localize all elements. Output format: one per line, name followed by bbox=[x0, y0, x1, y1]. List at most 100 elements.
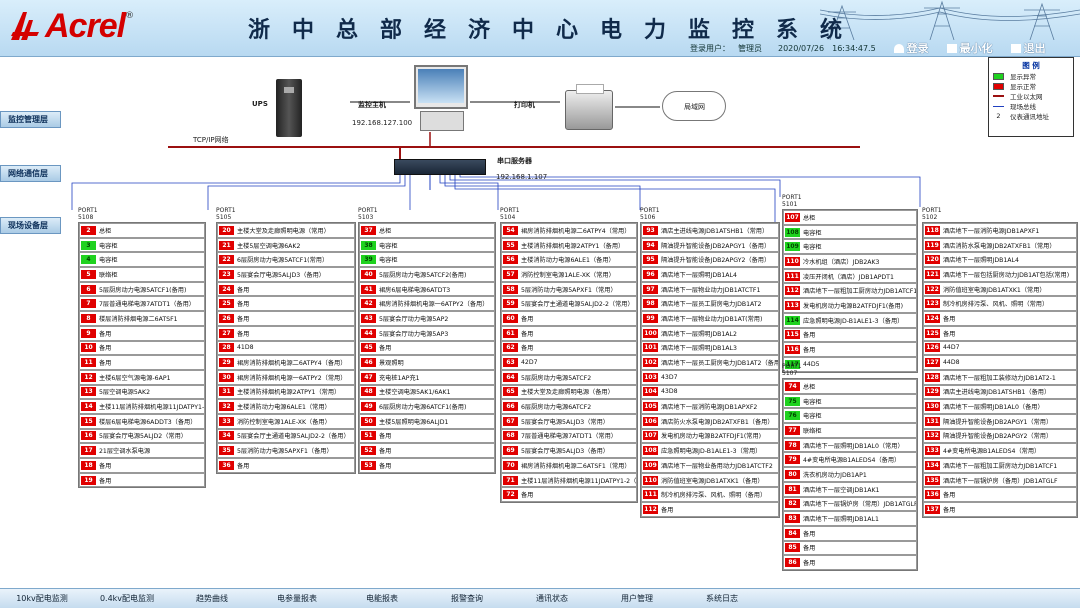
meter-row[interactable]: 69 5层宴会厅电源5ALJD3（备用） bbox=[501, 443, 637, 458]
meter-row[interactable]: 10 备用 bbox=[79, 340, 205, 356]
meter-row[interactable]: 64 5层厨房动力电源5ATCF2 bbox=[501, 369, 637, 385]
meter-row[interactable]: 26 备用 bbox=[217, 311, 355, 326]
meter-row[interactable]: 93 酒店主进线电源JDB1ATSHB1（常用） bbox=[641, 223, 779, 238]
meter-row[interactable]: 68 7层普通电梯电源7ATDT1（常用） bbox=[501, 428, 637, 444]
meter-row[interactable]: 9 备用 bbox=[79, 325, 205, 341]
meter-row[interactable]: 34 5层宴会厅主通道电源5ALJD2-2（备用） bbox=[217, 428, 355, 444]
nav-item-3[interactable]: 电参量报表 bbox=[255, 589, 340, 608]
meter-row[interactable]: 110 消防值班室电源JDB1ATXK1（备用） bbox=[641, 472, 779, 488]
meter-row[interactable]: 133 4#变电所电源B1ALEDS4（常用） bbox=[923, 443, 1077, 458]
meter-row[interactable]: 8 楼层消防排烟电源二6ATSF1 bbox=[79, 311, 205, 326]
meter-row[interactable]: 27 备用 bbox=[217, 325, 355, 341]
meter-row[interactable]: 30 裙房消防排烟机电源一6ATPY2（常用） bbox=[217, 369, 355, 385]
meter-row[interactable]: 61 备用 bbox=[501, 325, 637, 341]
monitor-host-device[interactable] bbox=[414, 65, 468, 109]
meter-row[interactable]: 54 裙房消防排烟机电源二6ATPY4（常用） bbox=[501, 223, 637, 238]
meter-row[interactable]: 56 主楼消防动力电源6ALE1（备用） bbox=[501, 252, 637, 268]
meter-row[interactable]: 123 制冷机房排污泵、风机、照明（常用） bbox=[923, 296, 1077, 312]
meter-row[interactable]: 104 43D8 bbox=[641, 384, 779, 400]
meter-row[interactable]: 13 5层空调电源5AK2 bbox=[79, 384, 205, 400]
meter-row[interactable]: 102 酒店地下一层员工厨房电力JDB1AT2（备用） bbox=[641, 355, 779, 370]
meter-row[interactable]: 45 备用 bbox=[359, 340, 495, 356]
nav-item-8[interactable]: 系统日志 bbox=[680, 589, 765, 608]
meter-row[interactable]: 99 酒店地下一层物业动力JDB1AT(常用) bbox=[641, 311, 779, 326]
meter-row[interactable]: 48 主楼空调电源5AK1/6AK1 bbox=[359, 384, 495, 400]
meter-row[interactable]: 81 酒店地下一层空调JDB1AK1 bbox=[783, 481, 917, 497]
meter-row[interactable]: 130 酒店地下一层照明JDB1AL0（备用） bbox=[923, 399, 1077, 414]
nav-item-7[interactable]: 用户管理 bbox=[595, 589, 680, 608]
meter-row[interactable]: 55 主楼消防排烟机电源2ATPY1（备用） bbox=[501, 237, 637, 253]
meter-row[interactable]: 85 备用 bbox=[783, 540, 917, 556]
meter-row[interactable]: 77 联络柜 bbox=[783, 423, 917, 438]
meter-row[interactable]: 39 电容柜 bbox=[359, 252, 495, 268]
meter-row[interactable]: 121 酒店地下一层包括厨房动力JDB1AT包括(常用) bbox=[923, 267, 1077, 282]
meter-row[interactable]: 71主楼11层消防排烟机电源11JDATPY1-2（常用） bbox=[501, 472, 637, 488]
meter-row[interactable]: 109 电容柜 bbox=[783, 239, 917, 255]
meter-row[interactable]: 32 主楼消防动力电源6ALE1（常用） bbox=[217, 399, 355, 414]
meter-row[interactable]: 84 备用 bbox=[783, 525, 917, 541]
meter-row[interactable]: 44 5层宴会厅动力电源5AP3 bbox=[359, 325, 495, 341]
meter-row[interactable]: 50 主楼5层照明电源6ALJD1 bbox=[359, 413, 495, 429]
meter-row[interactable]: 29 裙房消防排烟机电源二6ATPY4（备用） bbox=[217, 355, 355, 370]
meter-row[interactable]: 112 备用 bbox=[641, 502, 779, 517]
meter-row[interactable]: 16 5层宴会厅电源5ALJD2（常用） bbox=[79, 428, 205, 444]
meter-row[interactable]: 66 6层厨房动力电源6ATCF2 bbox=[501, 399, 637, 414]
meter-row[interactable]: 12 主楼6层空气源电源-6AP1 bbox=[79, 369, 205, 385]
meter-row[interactable]: 35 5层消防动力电源5APXF1（备用） bbox=[217, 443, 355, 458]
meter-row[interactable]: 94 隔油提升智能设备JDB2APGY1（备用） bbox=[641, 237, 779, 253]
meter-row[interactable]: 137 备用 bbox=[923, 502, 1077, 517]
meter-row[interactable]: 135 酒店地下一层锅炉房（备用）JDB1ATGLF bbox=[923, 472, 1077, 488]
exit-button[interactable]: 退出 bbox=[1010, 40, 1046, 56]
meter-row[interactable]: 79 4#变电所电源B1ALEDS4（备用） bbox=[783, 452, 917, 468]
meter-row[interactable]: 20 主楼大堂及走廊照明电源（常用） bbox=[217, 223, 355, 238]
serial-server-device[interactable] bbox=[394, 159, 486, 175]
meter-row[interactable]: 136 备用 bbox=[923, 487, 1077, 503]
meter-row[interactable]: 111 凌压开闭机（酒店）JDB1APDT1 bbox=[783, 268, 917, 284]
meter-row[interactable]: 97 酒店地下一层物业动力JDB1ATCTF1 bbox=[641, 281, 779, 297]
meter-row[interactable]: 72 备用 bbox=[501, 487, 637, 503]
meter-row[interactable]: 118 酒店地下一层消防电源JDB1APXF1 bbox=[923, 223, 1077, 238]
meter-row[interactable]: 108 应急照明电源JD-B1ALE1-3（常用） bbox=[641, 443, 779, 458]
meter-row[interactable]: 3 电容柜 bbox=[79, 237, 205, 253]
meter-row[interactable]: 120 酒店地下一层照明JDB1AL4 bbox=[923, 252, 1077, 268]
meter-row[interactable]: 53 备用 bbox=[359, 458, 495, 473]
meter-row[interactable]: 7 7层普通电梯电源7ATDT1（备用） bbox=[79, 296, 205, 312]
nav-item-6[interactable]: 通讯状态 bbox=[510, 589, 595, 608]
meter-row[interactable]: 5 联络柜 bbox=[79, 267, 205, 282]
nav-item-2[interactable]: 趋势曲线 bbox=[170, 589, 255, 608]
meter-row[interactable]: 109 酒店地下一层物业备用动力JDB1ATCTF2 bbox=[641, 458, 779, 473]
nav-item-5[interactable]: 报警查询 bbox=[425, 589, 510, 608]
meter-row[interactable]: 6 5层厨房动力电源5ATCF1(备用) bbox=[79, 281, 205, 297]
meter-row[interactable]: 38 电容柜 bbox=[359, 237, 495, 253]
meter-row[interactable]: 11 备用 bbox=[79, 355, 205, 370]
meter-row[interactable]: 18 备用 bbox=[79, 458, 205, 473]
meter-row[interactable]: 103 43D7 bbox=[641, 369, 779, 385]
meter-row[interactable]: 108 电容柜 bbox=[783, 224, 917, 240]
meter-row[interactable]: 37 总柜 bbox=[359, 223, 495, 238]
meter-row[interactable]: 24 备用 bbox=[217, 281, 355, 297]
meter-row[interactable]: 74 总柜 bbox=[783, 379, 917, 394]
printer-device[interactable] bbox=[565, 84, 613, 130]
meter-row[interactable]: 17 21层空调水泵电源 bbox=[79, 443, 205, 458]
meter-row[interactable]: 15 楼层6层电梯电源6ADDT3（备用） bbox=[79, 413, 205, 429]
meter-row[interactable]: 19 备用 bbox=[79, 472, 205, 488]
meter-row[interactable]: 128 酒店地下一层粗加工装修动力JDB1AT2-1 bbox=[923, 369, 1077, 385]
meter-row[interactable]: 114 应急照明电源JD-B1ALE1-3（备用） bbox=[783, 312, 917, 328]
meter-row[interactable]: 116 备用 bbox=[783, 342, 917, 357]
meter-row[interactable]: 78 酒店地下一层照明JDB1AL0（常用） bbox=[783, 437, 917, 453]
meter-row[interactable]: 51 备用 bbox=[359, 428, 495, 444]
meter-row[interactable]: 28 41D8 bbox=[217, 340, 355, 356]
nav-item-0[interactable]: 10kv配电监测 bbox=[0, 589, 85, 608]
meter-row[interactable]: 105 酒店地下一层消防电源JDB1APXF2 bbox=[641, 399, 779, 414]
meter-row[interactable]: 46 景观照明 bbox=[359, 355, 495, 370]
meter-row[interactable]: 42 裙房消防排烟机电源一6ATPY2（备用） bbox=[359, 296, 495, 312]
meter-row[interactable]: 96 酒店地下一层照明JDB1AL4 bbox=[641, 267, 779, 282]
meter-row[interactable]: 129 酒店主进线电源JDB1ATSHB1（备用） bbox=[923, 384, 1077, 400]
meter-row[interactable]: 22 6层厨房动力电源5ATCF1(常用） bbox=[217, 252, 355, 268]
meter-row[interactable]: 127 44D8 bbox=[923, 355, 1077, 370]
meter-row[interactable]: 134 酒店地下一层粗加工厨房动力JDB1ATCF1 bbox=[923, 458, 1077, 473]
meter-row[interactable]: 115 备用 bbox=[783, 327, 917, 343]
login-button[interactable]: 登录 bbox=[893, 40, 929, 56]
meter-row[interactable]: 70 裙房消防排烟机电源二6ATSF1（常用） bbox=[501, 458, 637, 473]
meter-row[interactable]: 4 电容柜 bbox=[79, 252, 205, 268]
